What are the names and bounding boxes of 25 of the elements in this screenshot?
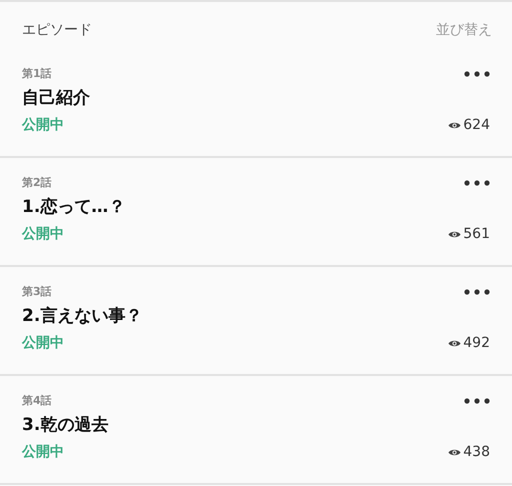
view-count: 492: [463, 334, 490, 352]
section-title: エピソード: [22, 21, 92, 39]
more-icon[interactable]: [464, 289, 490, 295]
more-icon[interactable]: [464, 398, 490, 404]
episode-number: 第3話: [22, 284, 53, 300]
status-label: 公開中: [22, 334, 65, 352]
episode-number: 第2話: [22, 175, 53, 191]
eye-icon: [448, 338, 462, 348]
more-icon[interactable]: [464, 180, 490, 186]
status-label: 公開中: [22, 116, 65, 134]
eye-icon: [448, 448, 462, 456]
eye-icon: [448, 230, 462, 238]
view-count: 624: [463, 116, 490, 134]
view-count: 438: [463, 443, 490, 461]
episode-title[interactable]: 2.言えない事？: [22, 304, 142, 328]
view-count: 561: [463, 225, 490, 243]
more-icon[interactable]: [464, 71, 490, 77]
status-label: 公開中: [22, 443, 65, 461]
episode-title[interactable]: 1.恋って…？: [22, 195, 126, 219]
episode-title[interactable]: 3.乾の過去: [22, 413, 108, 437]
eye-icon: [448, 120, 462, 130]
episode-title[interactable]: 自己紹介: [22, 86, 90, 110]
status-label: 公開中: [22, 225, 65, 243]
episode-number: 第1話: [22, 66, 53, 82]
episode-number: 第4話: [22, 393, 53, 409]
